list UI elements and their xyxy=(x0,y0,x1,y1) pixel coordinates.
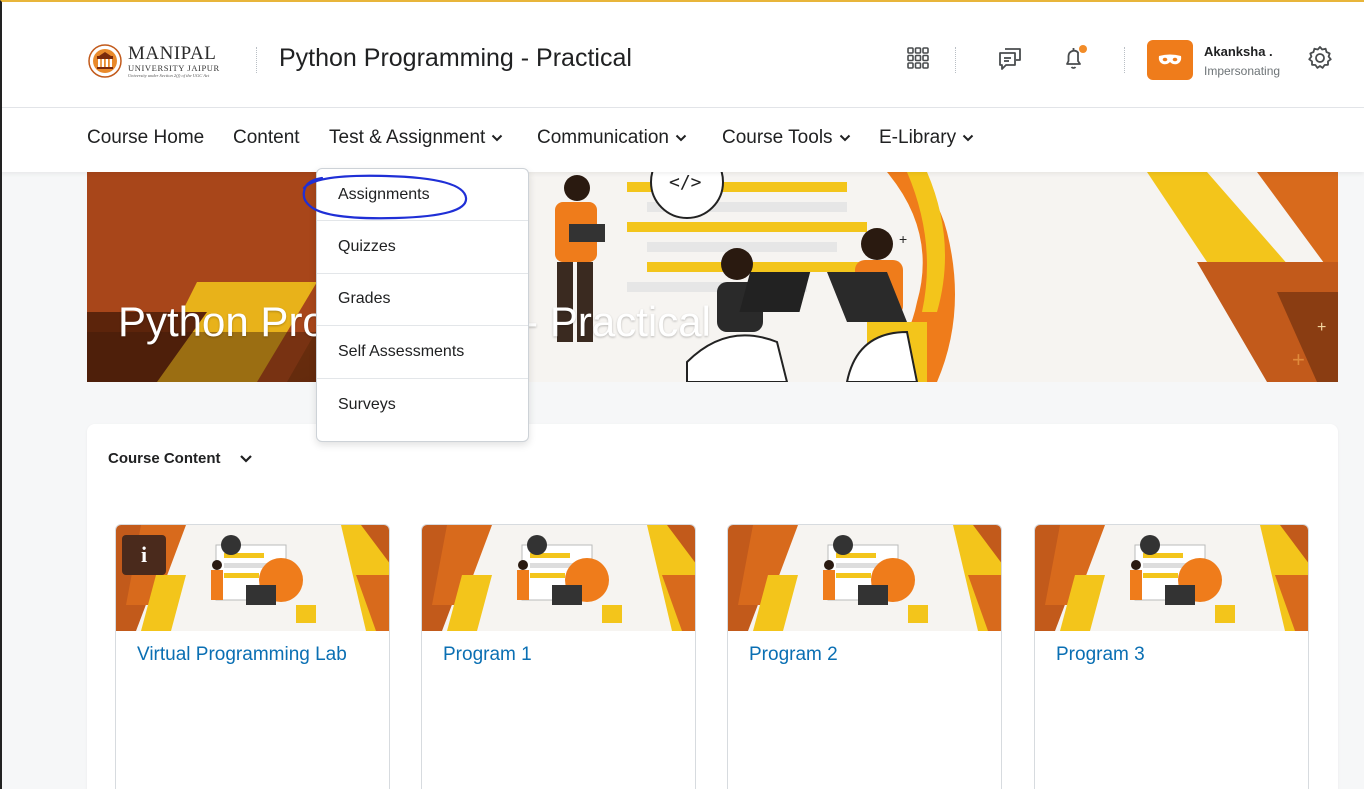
logo-subtitle: UNIVERSITY JAIPUR xyxy=(128,63,220,73)
dropdown-item-label: Quizzes xyxy=(338,238,396,256)
course-banner: </> + + + xyxy=(87,172,1338,382)
logo-name: MANIPAL xyxy=(128,43,217,64)
chevron-down-icon xyxy=(962,134,974,142)
card-title[interactable]: Virtual Programming Lab xyxy=(137,645,367,665)
card-title[interactable]: Program 2 xyxy=(749,645,979,665)
course-title[interactable]: Python Programming - Practical xyxy=(279,44,632,73)
header-divider xyxy=(256,47,257,73)
chevron-down-icon xyxy=(492,134,503,142)
card-thumbnail xyxy=(422,525,695,631)
nav-label: E-Library xyxy=(879,127,957,148)
university-seal-icon xyxy=(88,44,122,78)
nav-label: Communication xyxy=(537,127,669,148)
nav-label: Test & Assignment xyxy=(329,127,486,148)
content-card[interactable]: Program 1 xyxy=(421,524,696,789)
dropdown-item-self-assessments[interactable]: Self Assessments xyxy=(317,326,528,379)
dropdown-item-grades[interactable]: Grades xyxy=(317,274,528,327)
course-navbar: Course Home Content Test & Assignment Co… xyxy=(0,108,1364,172)
chevron-down-icon xyxy=(839,134,850,142)
user-name[interactable]: Akanksha . xyxy=(1204,44,1273,59)
course-content-toggle[interactable]: Course Content xyxy=(108,450,253,467)
top-header: MANIPAL UNIVERSITY JAIPUR University und… xyxy=(0,0,1364,108)
header-divider xyxy=(955,47,956,73)
nav-course-home[interactable]: Course Home xyxy=(87,127,204,149)
dropdown-item-label: Self Assessments xyxy=(338,342,465,360)
nav-communication[interactable]: Communication xyxy=(537,127,687,149)
dropdown-item-surveys[interactable]: Surveys xyxy=(317,379,528,431)
nav-content[interactable]: Content xyxy=(233,127,300,149)
user-status: Impersonating xyxy=(1204,64,1281,78)
apps-grid-icon[interactable] xyxy=(902,42,934,74)
nav-label: Course Tools xyxy=(722,127,833,148)
university-logo[interactable]: MANIPAL UNIVERSITY JAIPUR University und… xyxy=(88,40,233,82)
banner-illustration: </> + + + xyxy=(87,172,1338,382)
nav-course-tools[interactable]: Course Tools xyxy=(722,127,851,149)
bell-icon[interactable] xyxy=(1058,42,1090,74)
card-thumbnail xyxy=(728,525,1001,631)
dropdown-item-quizzes[interactable]: Quizzes xyxy=(317,221,528,274)
test-assignment-dropdown: Assignments Quizzes Grades Self Assessme… xyxy=(316,168,529,442)
content-card[interactable]: Program 2 xyxy=(727,524,1002,789)
dropdown-item-label: Grades xyxy=(338,290,391,308)
content-card[interactable]: Program 3 xyxy=(1034,524,1309,789)
chat-icon[interactable] xyxy=(994,42,1026,74)
card-thumbnail xyxy=(1035,525,1308,631)
dropdown-item-label: Surveys xyxy=(338,395,396,413)
dropdown-item-label: Assignments xyxy=(338,185,430,203)
notification-dot xyxy=(1079,45,1087,53)
chevron-down-icon xyxy=(675,134,687,142)
svg-text:</>: </> xyxy=(669,172,702,193)
header-divider xyxy=(1124,47,1125,73)
settings-icon[interactable] xyxy=(1304,42,1336,74)
dropdown-item-assignments[interactable]: Assignments xyxy=(317,169,528,222)
svg-text:+: + xyxy=(899,231,907,247)
content-card[interactable]: i Virtual Programming Lab xyxy=(115,524,390,789)
svg-text:+: + xyxy=(1317,319,1326,336)
nav-e-library[interactable]: E-Library xyxy=(879,127,974,149)
nav-label: Content xyxy=(233,127,300,148)
card-title[interactable]: Program 1 xyxy=(443,645,673,665)
chevron-down-icon xyxy=(239,455,252,463)
info-icon[interactable]: i xyxy=(122,535,166,575)
impersonation-avatar-icon[interactable] xyxy=(1147,40,1193,80)
svg-text:+: + xyxy=(1292,347,1305,372)
logo-tagline: University under Section 2(f) of the UGC… xyxy=(128,72,210,78)
nav-test-assignment[interactable]: Test & Assignment xyxy=(329,127,503,149)
card-title[interactable]: Program 3 xyxy=(1056,645,1286,665)
nav-label: Course Home xyxy=(87,127,205,148)
course-content-heading: Course Content xyxy=(108,450,221,467)
